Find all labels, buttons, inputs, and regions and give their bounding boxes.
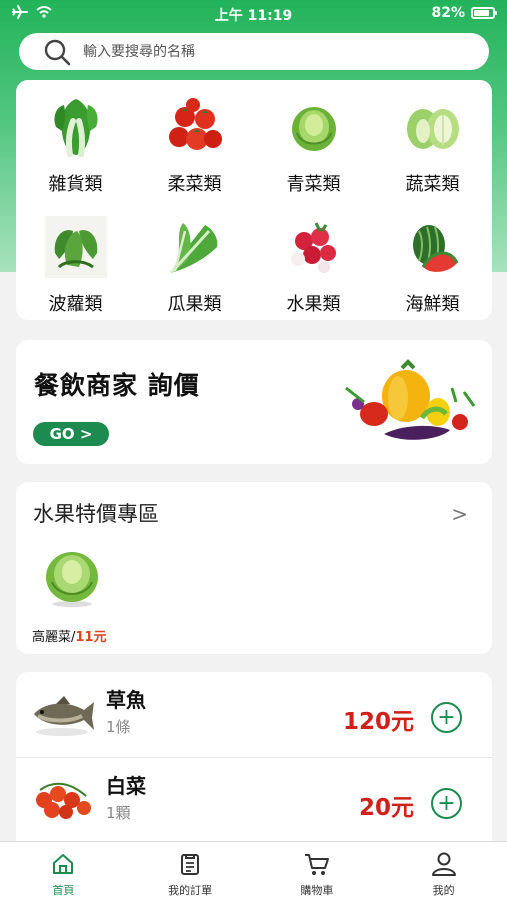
fish-icon [34, 696, 94, 736]
add-to-cart-button[interactable]: + [431, 788, 462, 819]
category-label: 雜貨類 [48, 174, 103, 195]
tab-cart[interactable]: 購物車 [254, 842, 381, 900]
tab-profile[interactable]: 我的 [380, 842, 507, 900]
search-bar[interactable] [19, 33, 489, 70]
battery-percent: 82% [431, 5, 465, 21]
cabbage-icon [283, 96, 345, 158]
category-item[interactable]: 雜貨類 [16, 80, 135, 200]
promo-title: 餐飲商家 詢價 [34, 371, 200, 400]
vegetables-illustration [345, 359, 476, 440]
watermelon-icon [402, 216, 464, 278]
fruit-special-section: 水果特價專區 > 高麗菜/11元 [16, 482, 492, 654]
battery-icon [471, 7, 497, 19]
category-label: 青菜類 [286, 174, 341, 195]
category-item[interactable]: 青菜類 [254, 80, 373, 200]
category-item[interactable]: 蔬菜類 [373, 80, 492, 200]
special-item-price: 11元 [75, 630, 107, 645]
category-label: 水果類 [286, 294, 341, 315]
clipboard-icon [181, 854, 200, 875]
spinach-icon [44, 216, 107, 278]
tab-bar: 首頁 我的訂單 購物車 我的 [0, 841, 507, 900]
category-item[interactable]: 瓜果類 [135, 200, 254, 320]
restaurant-inquiry-banner[interactable]: 餐飲商家 詢價 GO > [16, 340, 492, 464]
search-icon [44, 39, 71, 65]
tomato-icon [164, 96, 226, 158]
tab-label: 購物車 [300, 884, 334, 897]
greens-icon [164, 216, 226, 278]
section-title: 水果特價專區 [33, 502, 159, 526]
go-button[interactable]: GO > [33, 422, 109, 446]
product-price: 120元 [342, 709, 414, 735]
category-label: 海鮮類 [405, 294, 460, 315]
home-icon [53, 854, 74, 874]
tab-label: 我的 [432, 884, 455, 897]
status-bar: 上午 11:19 82% [0, 0, 507, 28]
product-price: 20元 [358, 795, 414, 821]
product-list: 草魚 1條 120元 + 白菜 1顆 20元 + [16, 672, 492, 842]
cart-icon [304, 854, 329, 875]
cabbage-icon [46, 552, 98, 607]
product-unit: 1條 [106, 718, 131, 736]
category-label: 瓜果類 [167, 294, 222, 315]
lychee-icon [283, 216, 345, 278]
special-item-caption: 高麗菜/11元 [32, 626, 106, 645]
search-input[interactable] [83, 43, 443, 60]
cherry-tomato-icon [36, 782, 91, 819]
category-label: 柔菜類 [167, 174, 222, 195]
tab-home[interactable]: 首頁 [0, 842, 127, 900]
category-grid: 雜貨類 柔菜類 青菜類 蔬菜類 波蘿類 瓜果類 水果類 海鮮類 [16, 80, 492, 320]
category-label: 蔬菜類 [405, 174, 460, 195]
product-unit: 1顆 [106, 804, 131, 822]
tab-orders[interactable]: 我的訂單 [127, 842, 254, 900]
chevron-right-icon[interactable]: > [451, 502, 468, 526]
bok-choy-icon [45, 96, 107, 158]
napa-cabbage-icon [402, 96, 464, 158]
list-item[interactable]: 草魚 1條 120元 + [16, 672, 492, 757]
product-name: 草魚 [106, 688, 146, 712]
tab-label: 我的訂單 [168, 884, 213, 897]
list-item[interactable]: 白菜 1顆 20元 + [16, 757, 492, 842]
category-label: 波蘿類 [48, 294, 103, 315]
special-item-image[interactable] [40, 544, 104, 612]
category-item[interactable]: 波蘿類 [16, 200, 135, 320]
category-item[interactable]: 水果類 [254, 200, 373, 320]
user-icon [431, 852, 456, 876]
special-item-name: 高麗菜/ [32, 630, 76, 645]
category-item[interactable]: 海鮮類 [373, 200, 492, 320]
add-to-cart-button[interactable]: + [431, 702, 462, 733]
product-name: 白菜 [106, 774, 146, 798]
category-item[interactable]: 柔菜類 [135, 80, 254, 200]
tab-label: 首頁 [52, 884, 75, 897]
